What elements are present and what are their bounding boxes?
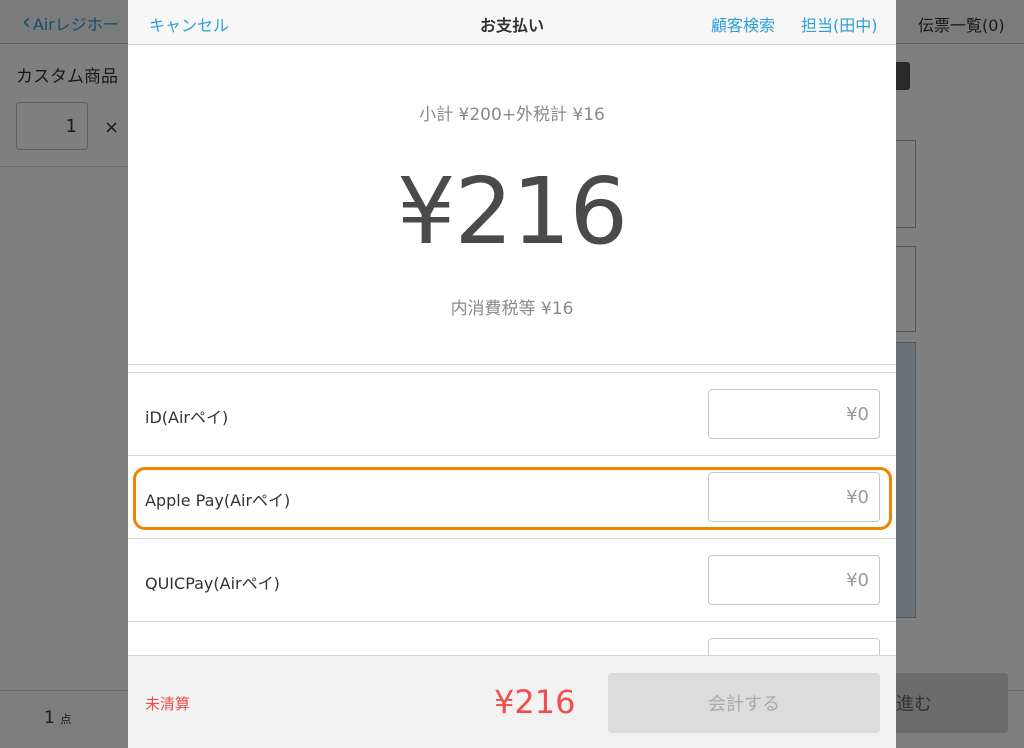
payment-method-label: Apple Pay(Airペイ)	[145, 491, 291, 510]
payment-row-apple-pay: Apple Pay(Airペイ)	[128, 456, 896, 538]
tax-text: 内消費税等 ¥16	[450, 299, 574, 319]
cancel-button[interactable]: キャンセル	[149, 12, 229, 36]
footer-total: ¥216	[494, 683, 576, 721]
status-label: 未清算	[145, 695, 191, 713]
payment-modal: お支払い キャンセル 顧客検索 担当(田中) 小計 ¥200+外税計 ¥16 ¥…	[128, 0, 896, 748]
payment-row-id: iD(Airペイ)	[128, 373, 896, 455]
modal-header: お支払い キャンセル 顧客検索 担当(田中)	[128, 0, 896, 45]
payment-amount-input[interactable]	[708, 472, 880, 522]
subtotal-text: 小計 ¥200+外税計 ¥16	[419, 105, 605, 125]
payment-amount-input[interactable]	[708, 389, 880, 439]
total-amount: ¥216	[396, 158, 628, 265]
payment-method-label: QUICPay(Airペイ)	[145, 574, 280, 593]
payment-amount-input[interactable]	[708, 555, 880, 605]
checkout-button[interactable]: 会計する	[608, 673, 880, 733]
divider	[128, 364, 896, 365]
staff-button[interactable]: 担当(田中)	[801, 12, 878, 36]
payment-method-label: iD(Airペイ)	[145, 408, 229, 427]
customer-search-button[interactable]: 顧客検索	[711, 12, 775, 36]
payment-row-quicpay: QUICPay(Airペイ)	[128, 539, 896, 621]
modal-footer: 未清算 ¥216 会計する	[128, 655, 896, 748]
modal-title: お支払い	[479, 16, 544, 35]
